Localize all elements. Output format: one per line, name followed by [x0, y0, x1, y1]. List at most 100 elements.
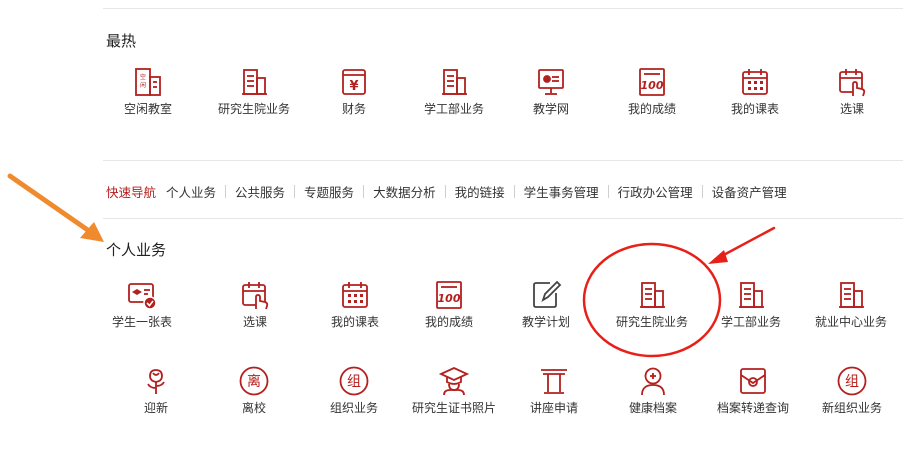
- personal-tile-label: 讲座申请: [529, 401, 578, 415]
- hot-section-title: 最热: [106, 32, 137, 50]
- nav-item-student-affairs-mgmt[interactable]: 学生事务管理: [524, 182, 599, 201]
- personal-tile-teaching-plan[interactable]: 教学计划: [498, 279, 594, 330]
- course-select-icon: [839, 69, 866, 97]
- personal-tile-my-score[interactable]: 100 我的成绩: [401, 279, 497, 330]
- nav-separator: [701, 184, 703, 198]
- nav-item-equipment-asset-mgmt[interactable]: 设备资产管理: [712, 182, 787, 201]
- nav-item-my-links[interactable]: 我的链接: [455, 182, 505, 201]
- personal-tile-student-form[interactable]: 学生一张表: [94, 279, 190, 330]
- top-divider: [103, 8, 903, 9]
- lecture-podium-icon: [541, 369, 567, 394]
- hot-tile-label: 我的课表: [730, 102, 779, 116]
- nav-item-topic-service[interactable]: 专题服务: [304, 182, 354, 201]
- personal-section-title: 个人业务: [106, 241, 167, 259]
- svg-text:空: 空: [140, 73, 146, 81]
- svg-text:100: 100: [438, 292, 461, 305]
- score-icon: 100: [436, 281, 462, 309]
- personal-tile-label: 离校: [241, 401, 266, 415]
- personal-tile-new-organization[interactable]: 组 新组织业务: [804, 365, 900, 416]
- hot-tile-my-score[interactable]: 100 我的成绩: [604, 66, 700, 117]
- personal-tile-label: 新组织业务: [821, 401, 882, 415]
- building-icon: [739, 282, 764, 308]
- personal-tile-graduate-school[interactable]: 研究生院业务: [604, 279, 700, 330]
- personal-tile-label: 选课: [242, 315, 267, 329]
- hot-tile-label: 研究生院业务: [217, 102, 290, 116]
- personal-tile-student-affairs[interactable]: 学工部业务: [703, 279, 799, 330]
- personal-tile-course-select[interactable]: 选课: [207, 279, 303, 330]
- hot-tile-label: 选课: [839, 102, 864, 116]
- nav-separator: [294, 184, 296, 198]
- svg-text:100: 100: [641, 79, 664, 92]
- building-icon: [839, 282, 864, 308]
- personal-tile-label: 迎新: [143, 401, 168, 415]
- personal-tile-label: 我的课表: [330, 315, 379, 329]
- hot-tile-finance[interactable]: ¥ 财务: [306, 66, 402, 117]
- svg-text:闲: 闲: [140, 81, 146, 89]
- nav-separator: [225, 184, 227, 198]
- hot-tile-my-schedule[interactable]: 我的课表: [707, 66, 803, 117]
- nav-item-big-data[interactable]: 大数据分析: [373, 182, 436, 201]
- nav-separator: [444, 184, 446, 198]
- personal-tile-label: 健康档案: [628, 401, 677, 415]
- personal-tile-my-schedule[interactable]: 我的课表: [307, 279, 403, 330]
- personal-tile-label: 组织业务: [329, 401, 378, 415]
- hot-tile-course-select[interactable]: 选课: [804, 66, 900, 117]
- leave-school-icon: 离: [239, 366, 269, 396]
- finance-icon: ¥: [342, 69, 366, 95]
- hot-tile-teaching-web[interactable]: 教学网: [503, 66, 599, 117]
- building-icon: [640, 282, 665, 308]
- personal-tile-leave-school[interactable]: 离 离校: [206, 365, 302, 416]
- personal-tile-archive-transfer[interactable]: 档案转递查询: [705, 365, 801, 416]
- svg-text:组: 组: [347, 374, 361, 390]
- monitor-icon: [538, 69, 564, 95]
- edit-plan-icon: [533, 280, 562, 308]
- nav-separator: [363, 184, 365, 198]
- calendar-icon: [342, 282, 368, 308]
- personal-tile-label: 就业中心业务: [814, 315, 887, 329]
- health-icon: [641, 367, 665, 396]
- nav-item-public-service[interactable]: 公共服务: [235, 182, 285, 201]
- personal-tile-health-record[interactable]: 健康档案: [605, 365, 701, 416]
- calendar-icon: [742, 69, 768, 95]
- personal-tile-label: 教学计划: [521, 315, 570, 329]
- svg-text:组: 组: [845, 374, 859, 390]
- new-organization-icon: 组: [837, 366, 867, 396]
- nav-item-admin-office-mgmt[interactable]: 行政办公管理: [618, 182, 693, 201]
- hot-tile-label: 空闲教室: [123, 102, 172, 116]
- personal-tile-lecture-apply[interactable]: 讲座申请: [506, 365, 602, 416]
- hot-tile-label: 教学网: [532, 102, 569, 116]
- personal-tile-label: 学工部业务: [720, 315, 781, 329]
- building-icon: [242, 69, 267, 95]
- hot-tile-label: 学工部业务: [423, 102, 484, 116]
- organization-icon: 组: [339, 366, 369, 396]
- hot-tile-student-affairs[interactable]: 学工部业务: [406, 66, 502, 117]
- personal-tile-label: 我的成绩: [424, 315, 473, 329]
- flower-icon: [147, 369, 165, 394]
- nav-top-divider: [103, 160, 903, 161]
- hot-tile-classroom[interactable]: 空 闲 空闲教室: [100, 66, 196, 117]
- course-select-icon: [242, 282, 269, 310]
- orange-arrow-annotation: [7, 173, 104, 242]
- personal-tile-organization[interactable]: 组 组织业务: [306, 365, 402, 416]
- personal-tile-employment-center[interactable]: 就业中心业务: [803, 279, 899, 330]
- personal-tile-label: 研究生院业务: [615, 315, 688, 329]
- nav-separator: [607, 184, 609, 198]
- nav-item-personal[interactable]: 个人业务: [166, 182, 216, 201]
- personal-tile-welcome[interactable]: 迎新: [108, 365, 204, 416]
- svg-text:¥: ¥: [349, 79, 358, 94]
- nav-item-quick-nav[interactable]: 快速导航: [106, 182, 156, 201]
- nav-separator: [513, 184, 515, 198]
- svg-text:离: 离: [247, 373, 261, 390]
- building-icon: [442, 69, 467, 95]
- score-icon: 100: [639, 68, 665, 96]
- quick-nav-bar: 快速导航 个人业务 公共服务 专题服务 大数据分析 我的链接 学生事务管理 行政…: [106, 181, 787, 201]
- student-card-icon: [128, 283, 157, 310]
- hot-tile-graduate-school[interactable]: 研究生院业务: [206, 66, 302, 117]
- personal-tile-graduate-photo[interactable]: 研究生证书照片: [406, 365, 502, 416]
- hot-tile-label: 我的成绩: [627, 102, 676, 116]
- archive-icon: [740, 368, 766, 394]
- hot-tile-label: 财务: [341, 102, 366, 116]
- graduate-cap-icon: [438, 367, 470, 396]
- personal-tile-label: 学生一张表: [111, 315, 172, 329]
- personal-tile-label: 档案转递查询: [716, 401, 789, 415]
